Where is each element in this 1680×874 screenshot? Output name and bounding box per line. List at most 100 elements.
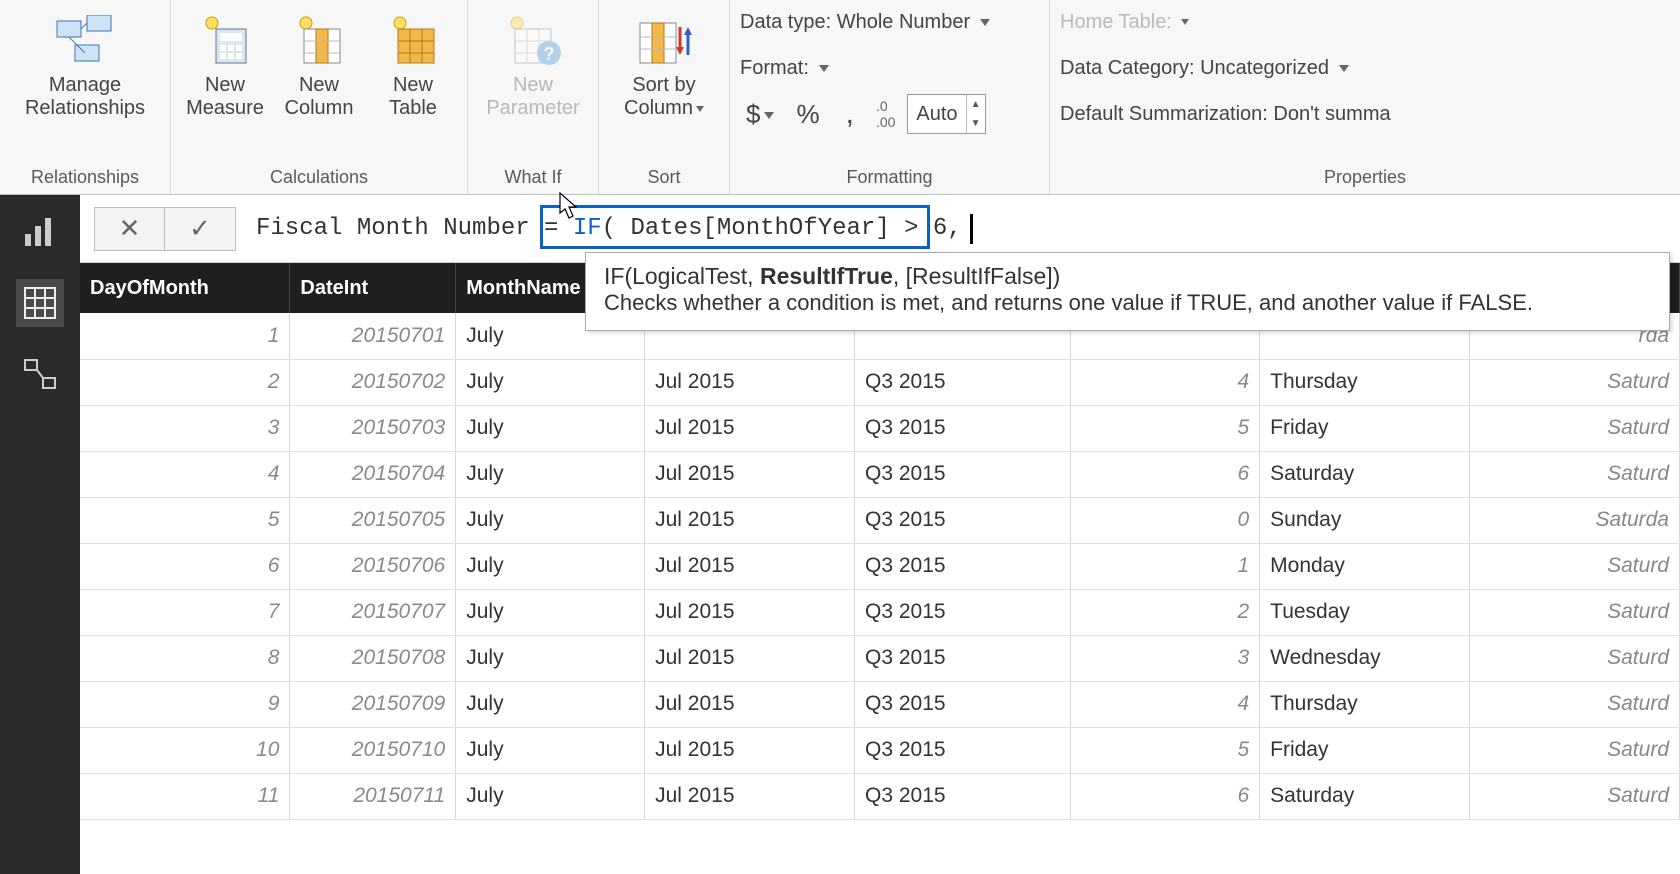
cell-dateint[interactable]: 20150705 (290, 497, 456, 543)
col-header-dateint[interactable]: DateInt (290, 263, 456, 313)
cell-monthname[interactable]: July (456, 405, 645, 451)
cell-dayofmonth[interactable]: 2 (80, 359, 290, 405)
cell-dayofmonth[interactable]: 1 (80, 313, 290, 359)
cell-c5[interactable]: 2 (1071, 589, 1260, 635)
cell-c5[interactable]: 6 (1071, 451, 1260, 497)
cell-c5[interactable]: 4 (1071, 359, 1260, 405)
cell-c3[interactable]: Jul 2015 (645, 589, 855, 635)
cell-monthname[interactable]: July (456, 681, 645, 727)
cell-c6[interactable]: Wednesday (1260, 635, 1470, 681)
new-measure-button[interactable]: NewMeasure (181, 6, 269, 120)
cell-c7[interactable]: Saturd (1470, 589, 1680, 635)
cell-dateint[interactable]: 20150710 (290, 727, 456, 773)
formula-input[interactable]: Fiscal Month Number = IF ( Dates[MonthOf… (236, 207, 1680, 251)
cell-dayofmonth[interactable]: 9 (80, 681, 290, 727)
cell-c7[interactable]: Saturd (1470, 451, 1680, 497)
cell-dateint[interactable]: 20150708 (290, 635, 456, 681)
cell-dayofmonth[interactable]: 10 (80, 727, 290, 773)
cell-dateint[interactable]: 20150711 (290, 773, 456, 819)
cell-c3[interactable]: Jul 2015 (645, 451, 855, 497)
cell-c3[interactable]: Jul 2015 (645, 727, 855, 773)
cell-c4[interactable]: Q3 2015 (855, 635, 1071, 681)
cell-monthname[interactable]: July (456, 359, 645, 405)
cell-dateint[interactable]: 20150702 (290, 359, 456, 405)
cell-c3[interactable]: Jul 2015 (645, 405, 855, 451)
cell-c7[interactable]: Saturd (1470, 681, 1680, 727)
cell-c4[interactable]: Q3 2015 (855, 451, 1071, 497)
cell-c7[interactable]: Saturda (1470, 497, 1680, 543)
currency-button[interactable]: $ (740, 99, 780, 130)
thousands-button[interactable]: , (836, 97, 864, 131)
formula-cancel-button[interactable]: ✕ (95, 208, 165, 250)
cell-c6[interactable]: Tuesday (1260, 589, 1470, 635)
cell-c6[interactable]: Thursday (1260, 681, 1470, 727)
decimals-up[interactable]: ▲ (967, 95, 985, 114)
cell-monthname[interactable]: July (456, 451, 645, 497)
cell-c6[interactable]: Thursday (1260, 359, 1470, 405)
cell-dateint[interactable]: 20150703 (290, 405, 456, 451)
cell-monthname[interactable]: July (456, 543, 645, 589)
data-view-button[interactable] (16, 279, 64, 327)
cell-c4[interactable]: Q3 2015 (855, 773, 1071, 819)
cell-c5[interactable]: 6 (1071, 773, 1260, 819)
table-row[interactable]: 920150709JulyJul 2015Q3 20154ThursdaySat… (80, 681, 1680, 727)
cell-c6[interactable]: Friday (1260, 727, 1470, 773)
cell-c3[interactable]: Jul 2015 (645, 359, 855, 405)
cell-c7[interactable]: Saturd (1470, 543, 1680, 589)
cell-monthname[interactable]: July (456, 497, 645, 543)
table-row[interactable]: 720150707JulyJul 2015Q3 20152TuesdaySatu… (80, 589, 1680, 635)
cell-c4[interactable]: Q3 2015 (855, 359, 1071, 405)
cell-c3[interactable]: Jul 2015 (645, 543, 855, 589)
manage-relationships-button[interactable]: ManageRelationships (10, 6, 160, 120)
table-row[interactable]: 320150703JulyJul 2015Q3 20155FridaySatur… (80, 405, 1680, 451)
cell-c3[interactable]: Jul 2015 (645, 497, 855, 543)
table-row[interactable]: 1020150710JulyJul 2015Q3 20155FridaySatu… (80, 727, 1680, 773)
cell-c4[interactable]: Q3 2015 (855, 589, 1071, 635)
table-row[interactable]: 420150704JulyJul 2015Q3 20156SaturdaySat… (80, 451, 1680, 497)
cell-dateint[interactable]: 20150704 (290, 451, 456, 497)
cell-monthname[interactable]: July (456, 727, 645, 773)
cell-c4[interactable]: Q3 2015 (855, 543, 1071, 589)
cell-c7[interactable]: Saturd (1470, 405, 1680, 451)
cell-monthname[interactable]: July (456, 773, 645, 819)
table-row[interactable]: 1120150711JulyJul 2015Q3 20156SaturdaySa… (80, 773, 1680, 819)
table-row[interactable]: 820150708JulyJul 2015Q3 20153WednesdaySa… (80, 635, 1680, 681)
cell-c7[interactable]: Saturd (1470, 359, 1680, 405)
cell-c6[interactable]: Saturday (1260, 451, 1470, 497)
cell-dayofmonth[interactable]: 3 (80, 405, 290, 451)
cell-c5[interactable]: 5 (1071, 727, 1260, 773)
data-type-dropdown[interactable]: Data type: Whole Number (740, 2, 1039, 42)
cell-dayofmonth[interactable]: 6 (80, 543, 290, 589)
cell-c4[interactable]: Q3 2015 (855, 727, 1071, 773)
cell-c5[interactable]: 4 (1071, 681, 1260, 727)
table-row[interactable]: 220150702JulyJul 2015Q3 20154ThursdaySat… (80, 359, 1680, 405)
cell-c7[interactable]: Saturd (1470, 773, 1680, 819)
cell-c5[interactable]: 3 (1071, 635, 1260, 681)
model-view-button[interactable] (16, 351, 64, 399)
sort-by-column-button[interactable]: Sort byColumn (609, 6, 719, 120)
cell-c4[interactable]: Q3 2015 (855, 497, 1071, 543)
decimals-spinbox[interactable]: Auto ▲▼ (907, 94, 985, 134)
table-row[interactable]: 620150706JulyJul 2015Q3 20151MondaySatur… (80, 543, 1680, 589)
cell-c3[interactable]: Jul 2015 (645, 773, 855, 819)
cell-c6[interactable]: Friday (1260, 405, 1470, 451)
cell-c3[interactable]: Jul 2015 (645, 681, 855, 727)
cell-c7[interactable]: Saturd (1470, 727, 1680, 773)
percent-button[interactable]: % (786, 99, 829, 130)
cell-dayofmonth[interactable]: 7 (80, 589, 290, 635)
new-table-button[interactable]: NewTable (369, 6, 457, 120)
cell-c4[interactable]: Q3 2015 (855, 681, 1071, 727)
cell-c5[interactable]: 0 (1071, 497, 1260, 543)
cell-dayofmonth[interactable]: 4 (80, 451, 290, 497)
cell-dayofmonth[interactable]: 8 (80, 635, 290, 681)
cell-dayofmonth[interactable]: 11 (80, 773, 290, 819)
cell-dateint[interactable]: 20150709 (290, 681, 456, 727)
cell-dateint[interactable]: 20150707 (290, 589, 456, 635)
cell-c6[interactable]: Monday (1260, 543, 1470, 589)
cell-dateint[interactable]: 20150706 (290, 543, 456, 589)
cell-monthname[interactable]: July (456, 589, 645, 635)
cell-c7[interactable]: Saturd (1470, 635, 1680, 681)
decimals-down[interactable]: ▼ (967, 114, 985, 133)
cell-c3[interactable]: Jul 2015 (645, 635, 855, 681)
format-dropdown[interactable]: Format: (740, 48, 1039, 88)
